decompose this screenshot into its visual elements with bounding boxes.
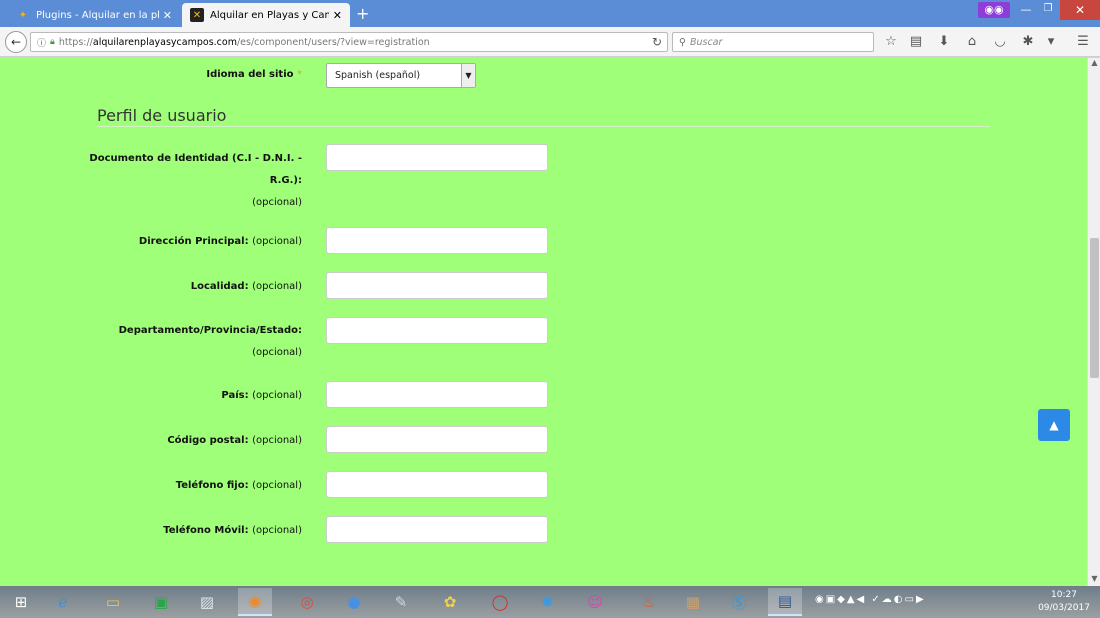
chrome-icon[interactable]: ◎ [290, 588, 324, 616]
landline-label: Teléfono fijo: (opcional) [175, 480, 302, 491]
minimize-button[interactable]: — [1016, 3, 1036, 17]
close-window-button[interactable]: ✕ [1060, 0, 1100, 20]
locality-label: Localidad: (opcional) [190, 281, 302, 292]
address-label: Dirección Principal: (opcional) [138, 236, 302, 247]
document-icon[interactable]: ▤ [768, 588, 802, 616]
region-label: Departamento/Provincia/Estado: (opcional… [118, 325, 302, 358]
locality-input[interactable] [326, 272, 548, 299]
chevron-down-icon[interactable]: ▼ [461, 64, 475, 87]
clock[interactable]: 10:27 09/03/2017 [1032, 589, 1096, 615]
chevron-up-icon: ▲ [1049, 418, 1059, 432]
scroll-up-icon[interactable]: ▲ [1088, 58, 1100, 70]
country-input[interactable] [326, 381, 548, 408]
address-input[interactable] [326, 227, 548, 254]
tab-label: Alquilar en Playas y Camp... [210, 9, 329, 21]
url-path: /es/component/users/?view=registration [236, 36, 430, 48]
google-earth-icon[interactable]: ● [337, 588, 371, 616]
search-placeholder: Buscar [689, 36, 723, 48]
pocket-icon[interactable]: ◡ [991, 33, 1009, 51]
mobile-label: Teléfono Móvil: (opcional) [163, 525, 302, 536]
section-divider [97, 126, 990, 127]
reading-list-icon[interactable]: ▤ [907, 33, 925, 51]
mobile-input[interactable] [326, 516, 548, 543]
search-icon: ⚲ [679, 36, 686, 48]
optional-label: (opcional) [252, 197, 302, 208]
download-icon[interactable]: ⬇ [935, 33, 953, 51]
ccleaner-icon[interactable]: ♨ [632, 588, 666, 616]
language-select[interactable]: Spanish (español) ▼ [326, 63, 476, 88]
region-input[interactable] [326, 317, 548, 344]
language-value: Spanish (español) [335, 70, 421, 81]
maximize-button[interactable]: ❐ [1038, 3, 1058, 17]
scroll-thumb[interactable] [1090, 238, 1099, 378]
navigation-bar: ← ⓘ 🔒︎ https:// alquilarenplayasycampos.… [0, 27, 1100, 57]
clock-time: 10:27 [1051, 590, 1077, 600]
page-content: Idioma del sitio * Spanish (español) ▼ P… [0, 58, 1087, 586]
page-scrollbar[interactable]: ▲ ▼ [1087, 58, 1100, 586]
section-title: Perfil de usuario [97, 106, 227, 125]
tab-label: Plugins - Alquilar en la pla... [36, 9, 159, 21]
firefox-icon[interactable]: ◉ [238, 588, 272, 616]
picasa-icon[interactable]: ✿ [433, 588, 467, 616]
url-bar[interactable]: ⓘ 🔒︎ https:// alquilarenplayasycampos.co… [30, 32, 668, 52]
lock-icon: 🔒︎ [50, 37, 55, 47]
archive-icon[interactable]: ▦ [676, 588, 710, 616]
tab-alquilar[interactable]: ✕ Alquilar en Playas y Camp... ✕ [182, 3, 350, 27]
close-icon[interactable]: ✕ [163, 9, 172, 22]
opera-icon[interactable]: ◯ [483, 588, 517, 616]
bookmark-star-icon[interactable]: ☆ [882, 33, 900, 51]
windows-start-icon[interactable]: ⊞ [4, 588, 38, 616]
close-icon[interactable]: ✕ [333, 9, 342, 22]
document-id-label: Documento de Identidad (C.I - D.N.I. - R… [89, 148, 302, 214]
extension-icon[interactable]: ✱ [1019, 33, 1037, 51]
reload-button[interactable]: ↻ [646, 32, 668, 52]
private-browsing-icon: ◉◉ [978, 2, 1010, 18]
store-icon[interactable]: ▣ [144, 588, 178, 616]
scroll-down-icon[interactable]: ▼ [1088, 574, 1100, 586]
home-icon[interactable]: ⌂ [963, 33, 981, 51]
url-domain: alquilarenplayasycampos.com [92, 36, 237, 48]
system-tray[interactable]: ◉▣◆▲◀ ✓☁◐▭▶ [815, 594, 926, 605]
site-icon: ✕ [190, 8, 204, 22]
hamburger-menu-icon[interactable]: ☰ [1074, 33, 1092, 51]
app-icon[interactable]: ✎ [384, 588, 418, 616]
document-id-input[interactable] [326, 144, 548, 171]
joomla-icon: ✦ [18, 9, 28, 21]
image-viewer-icon[interactable]: ▨ [190, 588, 224, 616]
landline-input[interactable] [326, 471, 548, 498]
clock-date: 09/03/2017 [1038, 603, 1090, 613]
language-label: Idioma del sitio * [206, 69, 302, 80]
search-input[interactable]: ⚲ Buscar [672, 32, 874, 52]
new-tab-button[interactable]: + [356, 4, 369, 23]
skype-icon[interactable]: Ⓢ [722, 588, 756, 616]
info-icon[interactable]: ⓘ [37, 36, 46, 49]
postal-code-label: Código postal: (opcional) [167, 435, 302, 446]
postal-code-input[interactable] [326, 426, 548, 453]
back-button[interactable]: ← [5, 31, 27, 53]
app-icon-2[interactable]: ☺ [578, 588, 612, 616]
required-mark: * [297, 69, 302, 80]
tab-plugins[interactable]: ✦ Plugins - Alquilar en la pla... ✕ [8, 3, 180, 27]
file-explorer-icon[interactable]: ▭ [96, 588, 130, 616]
edge-icon[interactable]: ℯ [46, 588, 80, 616]
country-label: País: (opcional) [221, 390, 302, 401]
url-prefix: https:// [58, 36, 93, 48]
settings-icon[interactable]: ✺ [530, 588, 564, 616]
browser-titlebar: ✦ Plugins - Alquilar en la pla... ✕ ✕ Al… [0, 0, 1100, 27]
scroll-to-top-button[interactable]: ▲ [1038, 409, 1070, 441]
taskbar: ⊞ ℯ ▭ ▣ ▨ ◉ ◎ ● ✎ ✿ ◯ ✺ ☺ ♨ ▦ Ⓢ ▤ ◉▣◆▲◀ … [0, 586, 1100, 618]
extension-menu-icon[interactable]: ▾ [1042, 33, 1060, 51]
